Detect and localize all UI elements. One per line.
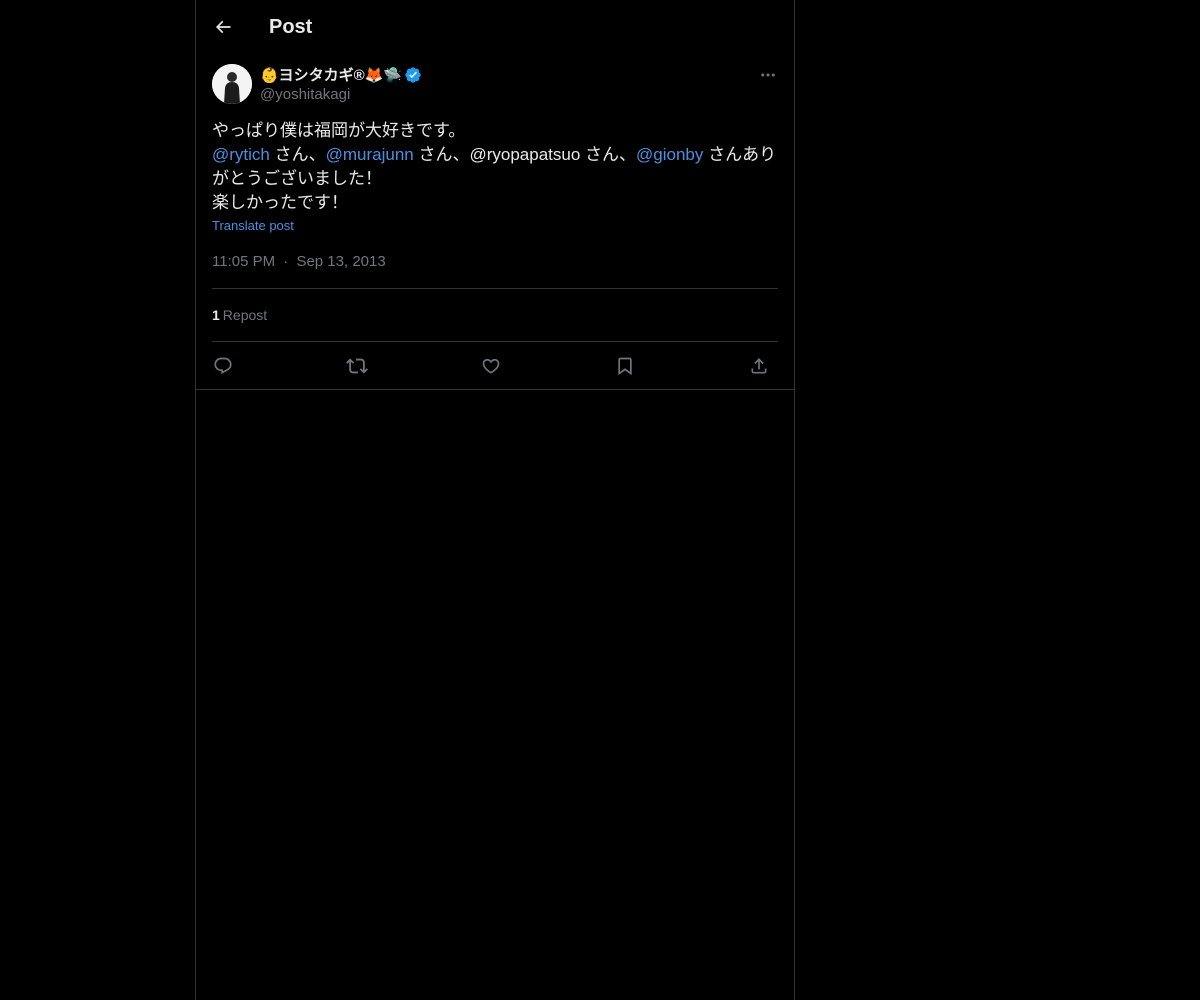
post-line-1: やっぱり僕は福岡が大好きです。 xyxy=(212,121,466,140)
author-name-row[interactable]: 👶ヨシタカギ®🦊🛸 xyxy=(260,64,422,85)
repost-button[interactable] xyxy=(340,349,374,383)
like-button[interactable] xyxy=(474,349,508,383)
reply-icon xyxy=(213,356,233,376)
repost-icon xyxy=(346,355,368,377)
post-line-3: 楽しかったです！ xyxy=(212,193,348,212)
post-text-segment: さん、@ryopapatsuo さん、 xyxy=(413,145,637,164)
bookmark-icon xyxy=(615,356,635,376)
post-text-segment: さん、 xyxy=(269,145,326,164)
repost-count: 1 xyxy=(212,307,220,323)
translate-post-link[interactable]: Translate post xyxy=(212,218,294,233)
repost-stats[interactable]: 1 Repost xyxy=(212,305,267,325)
mention-link[interactable]: @murajunn xyxy=(326,145,414,164)
share-button[interactable] xyxy=(742,349,776,383)
more-dots-icon xyxy=(759,66,777,84)
divider xyxy=(212,341,778,342)
page-title: Post xyxy=(269,16,313,38)
repost-label: Repost xyxy=(222,307,268,323)
post-column: Post 👶ヨシタカギ®🦊🛸 @yoshitakagi やっぱり僕は福岡が大好き… xyxy=(195,0,795,1000)
post-date[interactable]: Sep 13, 2013 xyxy=(296,253,385,270)
author-display-name: 👶ヨシタカギ®🦊🛸 xyxy=(260,67,403,84)
post-line-2: @rytich さん、@murajunn さん、@ryopapatsuo さん、… xyxy=(212,143,778,191)
bookmark-button[interactable] xyxy=(608,349,642,383)
author-handle[interactable]: @yoshitakagi xyxy=(260,85,422,105)
divider xyxy=(212,288,778,289)
back-button[interactable] xyxy=(206,10,240,44)
mention-link[interactable]: @rytich xyxy=(212,145,270,164)
post-timestamp: 11:05 PM · Sep 13, 2013 xyxy=(212,252,386,272)
mention-link[interactable]: @gionby xyxy=(636,145,703,164)
post-time[interactable]: 11:05 PM xyxy=(212,253,275,270)
more-options-button[interactable] xyxy=(756,66,780,84)
post-bottom-border xyxy=(196,389,794,390)
arrow-left-icon xyxy=(213,17,233,37)
like-icon xyxy=(481,356,501,376)
top-bar: Post xyxy=(196,0,794,53)
avatar[interactable] xyxy=(212,64,252,104)
reply-button[interactable] xyxy=(206,349,240,383)
share-icon xyxy=(749,356,769,376)
timestamp-separator: · xyxy=(283,253,289,270)
verified-badge-icon xyxy=(404,66,422,84)
author-info: 👶ヨシタカギ®🦊🛸 @yoshitakagi xyxy=(260,64,422,105)
post-text: やっぱり僕は福岡が大好きです。 @rytich さん、@murajunn さん、… xyxy=(212,119,778,215)
action-bar xyxy=(212,349,778,383)
